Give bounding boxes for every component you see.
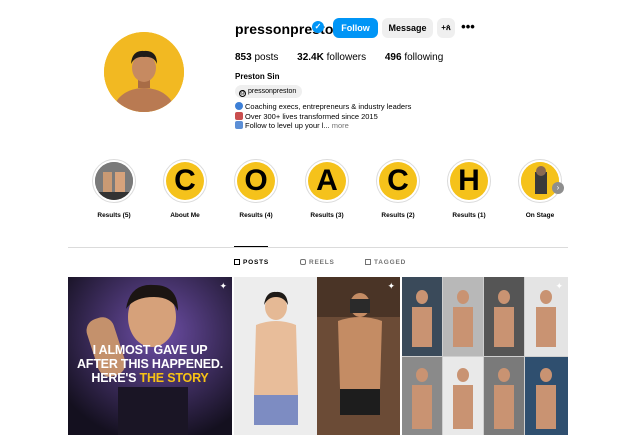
post-1-line-3: HERE'S THE STORY [68, 371, 232, 385]
highlight-letter: A [308, 162, 346, 200]
post-3-image [402, 277, 568, 435]
verified-badge-icon: ✓ [312, 21, 324, 33]
tagged-icon [365, 259, 371, 265]
highlight-results-5[interactable]: Results (5) [91, 159, 137, 219]
tab-tagged-label: TAGGED [374, 259, 407, 266]
posts-stat: 853 posts [235, 52, 278, 63]
profile-stats: 853 posts 32.4K followers 496 following [235, 52, 459, 63]
post-2[interactable]: ✦ [234, 277, 400, 435]
highlight-ring: C [376, 159, 420, 203]
pin-icon: ✦ [555, 281, 563, 291]
highlight-ring: C [163, 159, 207, 203]
highlight-results-2[interactable]: C Results (2) [375, 159, 421, 219]
pin-icon: ✦ [219, 281, 227, 291]
bio-text-1: Coaching execs, entrepreneurs & industry… [245, 102, 412, 111]
post-3[interactable]: ✦ [402, 277, 568, 435]
bio-text-2: Over 300+ lives transformed since 2015 [245, 111, 378, 121]
chevron-right-icon[interactable]: › [552, 182, 564, 194]
tab-reels-label: REELS [309, 259, 335, 266]
highlight-cover [95, 162, 133, 200]
grid-icon [234, 259, 240, 265]
highlight-letter: O [237, 162, 275, 200]
highlight-label: Results (3) [310, 212, 344, 219]
highlight-cover [521, 162, 559, 200]
highlight-letter: H [450, 162, 488, 200]
highlight-ring [518, 159, 562, 203]
post-1-line-3a: HERE'S [91, 371, 140, 385]
tab-tagged[interactable]: TAGGED [365, 259, 406, 266]
highlight-label: Results (4) [239, 212, 273, 219]
highlight-results-1[interactable]: H Results (1) [446, 159, 492, 219]
add-user-icon[interactable]: +ጰ [437, 18, 455, 38]
follow-button[interactable]: Follow [333, 18, 378, 38]
post-1-caption: I ALMOST GAVE UP AFTER THIS HAPPENED. HE… [68, 343, 232, 385]
tabs-divider [68, 247, 568, 248]
bio-line-3: Follow to level up your l... more [235, 121, 411, 131]
tab-reels[interactable]: REELS [300, 259, 335, 266]
posts-count: 853 [235, 52, 252, 63]
arrows-icon [235, 121, 243, 130]
reels-icon [300, 259, 306, 265]
highlight-ring: A [305, 159, 349, 203]
highlight-label: On Stage [525, 212, 555, 219]
active-tab-indicator [234, 246, 268, 247]
post-1-line-1: I ALMOST GAVE UP [92, 343, 208, 357]
bio-line-2: Over 300+ lives transformed since 2015 [235, 111, 411, 122]
highlight-about-me[interactable]: C About Me [162, 159, 208, 219]
message-button[interactable]: Message [382, 18, 433, 38]
post-1-line-3b: THE STORY [139, 371, 209, 385]
threads-icon: @ [239, 90, 246, 97]
highlight-label: Results (5) [97, 212, 131, 219]
following-stat[interactable]: 496 following [385, 52, 443, 63]
rocket-icon [235, 111, 243, 120]
following-count: 496 [384, 52, 402, 63]
followers-count: 32.4K [297, 52, 324, 63]
username: pressonpreston [235, 21, 343, 37]
threads-handle: pressonpreston [248, 88, 297, 95]
post-1-line-2: AFTER THIS HAPPENED. [76, 357, 223, 371]
highlight-label: Results (2) [381, 212, 415, 219]
followers-label: followers [326, 52, 367, 63]
bio: Coaching execs, entrepreneurs & industry… [235, 102, 411, 131]
highlight-ring: H [447, 159, 491, 203]
bio-text-3: Follow to level up your l... [245, 121, 330, 131]
post-2-image [234, 277, 400, 435]
tab-posts-label: POSTS [243, 259, 270, 266]
more-options-icon[interactable]: ••• [460, 18, 476, 38]
highlight-label: About Me [170, 212, 200, 219]
posts-label: posts [254, 52, 279, 63]
bio-more-link[interactable]: more [332, 121, 349, 130]
highlight-results-4[interactable]: O Results (4) [233, 159, 279, 219]
highlight-ring [92, 159, 136, 203]
full-name: Preston Sin [235, 72, 280, 81]
followers-stat[interactable]: 32.4K followers [297, 52, 366, 63]
profile-avatar[interactable] [104, 32, 184, 112]
tab-posts[interactable]: POSTS [234, 259, 269, 266]
post-1[interactable]: I ALMOST GAVE UP AFTER THIS HAPPENED. HE… [68, 277, 232, 435]
highlight-letter: C [166, 162, 204, 200]
highlight-ring: O [234, 159, 278, 203]
bio-line-1: Coaching execs, entrepreneurs & industry… [235, 102, 411, 112]
highlight-letter: C [379, 162, 417, 200]
highlight-results-3[interactable]: A Results (3) [304, 159, 350, 219]
following-label: following [404, 52, 444, 63]
globe-icon [235, 102, 243, 110]
threads-badge[interactable]: @ pressonpreston [235, 85, 303, 98]
pin-icon: ✦ [387, 281, 395, 291]
highlight-label: Results (1) [452, 212, 486, 219]
